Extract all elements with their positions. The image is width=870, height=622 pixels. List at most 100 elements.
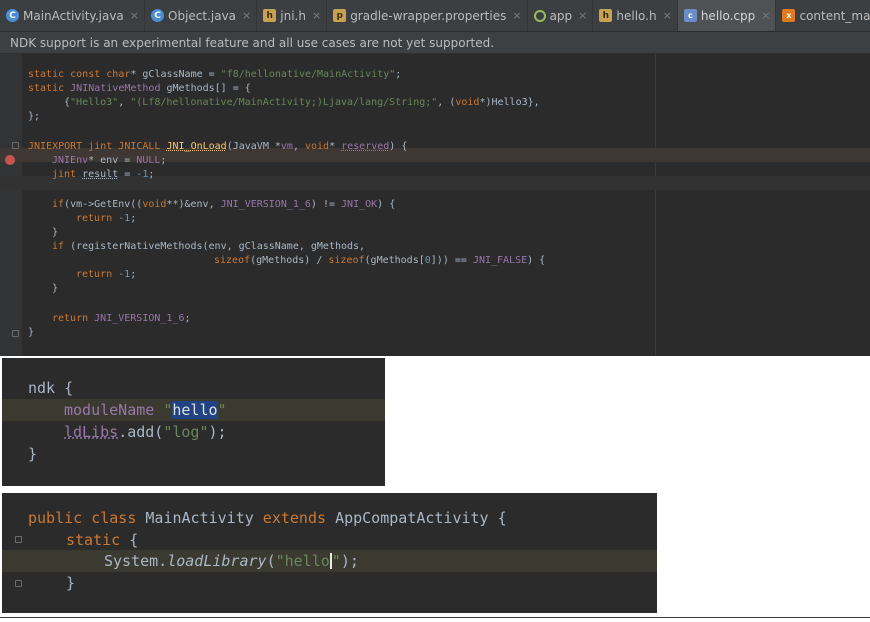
code-token: static [66, 531, 121, 549]
code-token: { [488, 509, 507, 527]
code-line: } [28, 326, 34, 340]
code-line: }; [28, 110, 40, 124]
code-line: } [66, 572, 75, 594]
code-line: if (registerNativeMethods(env, gClassNam… [52, 240, 365, 254]
code-line: JNIEXPORT jint JNICALL JNI_OnLoad(JavaVM… [28, 140, 407, 154]
tab-mainactivity-java[interactable]: C MainActivity.java × [0, 0, 145, 31]
code-line: System.loadLibrary("hello "); [104, 550, 359, 572]
code-token: return [76, 269, 119, 280]
tab-jni-h[interactable]: h jni.h × [257, 0, 328, 31]
code-token: JNI_FALSE [472, 255, 528, 266]
tab-content-main-xml[interactable]: xcontent_main.xml× [776, 0, 870, 31]
tab-object-java[interactable]: C Object.java × [145, 0, 258, 31]
code-token: } [66, 574, 76, 592]
fold-marker-icon[interactable] [12, 330, 19, 337]
code-token: public class [28, 509, 146, 527]
code-token: * env = [88, 155, 137, 166]
tab-hello-h[interactable]: h hello.h × [593, 0, 678, 31]
code-token: (JavaVM * [226, 141, 281, 152]
code-token: void [455, 97, 480, 108]
code-token: **)&env, [166, 199, 221, 210]
code-token: char [106, 69, 131, 80]
close-icon[interactable]: × [663, 9, 672, 22]
code-token: * [329, 141, 342, 152]
code-token: ; [184, 313, 191, 324]
code-token: moduleName [64, 401, 164, 419]
code-line: } [28, 443, 37, 465]
code-token: void [304, 141, 330, 152]
code-token: ); [208, 423, 227, 441]
editor-gutter[interactable] [0, 54, 22, 356]
code-token: ldLibs [64, 423, 119, 441]
code-token: static const [28, 69, 107, 80]
close-icon[interactable]: × [578, 9, 587, 22]
code-token: result [82, 169, 119, 180]
code-line: static JNINativeMethod gMethods[] = { [28, 82, 251, 96]
gradle-module-icon [533, 9, 546, 22]
code-token: MainActivity [145, 509, 254, 527]
code-token: JNI_OnLoad [166, 141, 227, 152]
class-icon: C [151, 9, 164, 22]
code-token: ); [340, 552, 359, 570]
code-token: = [118, 169, 137, 180]
code-token: } [28, 445, 38, 463]
code-token: , [292, 141, 305, 152]
code-token: sizeof [328, 255, 365, 266]
code-token: -1 [118, 213, 131, 224]
code-token: } [52, 283, 59, 294]
code-token: vm [280, 141, 293, 152]
tab-label: Object.java [168, 8, 237, 23]
code-token: { [120, 531, 139, 549]
java-code-editor[interactable]: public class MainActivity extends AppCom… [2, 493, 657, 613]
xml-file-icon: x [782, 9, 796, 22]
code-token: "Hello3" [70, 97, 119, 108]
code-line: {"Hello3", "(Lf8/hellonative/MainActivit… [64, 96, 540, 110]
tab-label: app [549, 8, 573, 23]
code-line: } [52, 282, 58, 296]
code-token: ) { [377, 199, 396, 210]
code-line: static const char* gClassName = "f8/hell… [28, 68, 401, 82]
breakpoint-icon[interactable] [5, 155, 15, 165]
code-line: moduleName "hello" [64, 399, 227, 421]
code-token: jint [52, 169, 83, 180]
code-line: JNIEnv* env = NULL; [52, 154, 166, 168]
code-token: "f8/hellonative/MainActivity" [220, 69, 396, 80]
code-token: if [52, 241, 65, 252]
tab-label: hello.h [616, 8, 657, 23]
cpp-code-editor[interactable]: static const char* gClassName = "f8/hell… [0, 54, 870, 356]
close-icon[interactable]: × [312, 9, 321, 22]
tab-label: MainActivity.java [23, 8, 124, 23]
code-token: return [52, 313, 95, 324]
close-icon[interactable]: × [512, 9, 521, 22]
code-line: jint result = -1; [52, 168, 154, 182]
fold-marker-icon[interactable] [15, 580, 22, 587]
ndk-experimental-notice: NDK support is an experimental feature a… [0, 32, 870, 54]
tab-gradle-wrapper-properties[interactable]: p gradle-wrapper.properties × [327, 0, 528, 31]
close-icon[interactable]: × [761, 9, 770, 22]
right-margin-guide [655, 54, 656, 356]
code-token: reserved [341, 141, 390, 152]
code-token: -1 [118, 269, 131, 280]
code-token: " [331, 552, 341, 570]
tab-hello-cpp[interactable]: c hello.cpp × [677, 0, 777, 31]
code-token: (registerNativeMethods(env, gClassName, … [64, 241, 366, 252]
divider [0, 617, 870, 618]
tab-label: jni.h [280, 8, 306, 23]
class-icon: C [6, 9, 19, 22]
code-token: ; [148, 169, 155, 180]
code-token: * gClassName = [130, 69, 221, 80]
code-token: gMethods[] = { [160, 83, 251, 94]
close-icon[interactable]: × [130, 9, 139, 22]
fold-marker-icon[interactable] [12, 142, 19, 149]
code-line: return -1; [76, 212, 136, 226]
gradle-code-editor[interactable]: ndk { moduleName "hello" ldLibs.add("log… [2, 358, 385, 486]
fold-marker-icon[interactable] [15, 536, 22, 543]
close-icon[interactable]: × [242, 9, 251, 22]
code-token: ; [130, 269, 137, 280]
code-token: -1 [136, 169, 149, 180]
tab-app[interactable]: app × [528, 0, 594, 31]
code-token: ) { [389, 141, 408, 152]
code-line: if(vm->GetEnv((void**)&env, JNI_VERSION_… [52, 198, 395, 212]
code-token: (vm->GetEnv(( [64, 199, 143, 210]
code-token: ) != [310, 199, 342, 210]
